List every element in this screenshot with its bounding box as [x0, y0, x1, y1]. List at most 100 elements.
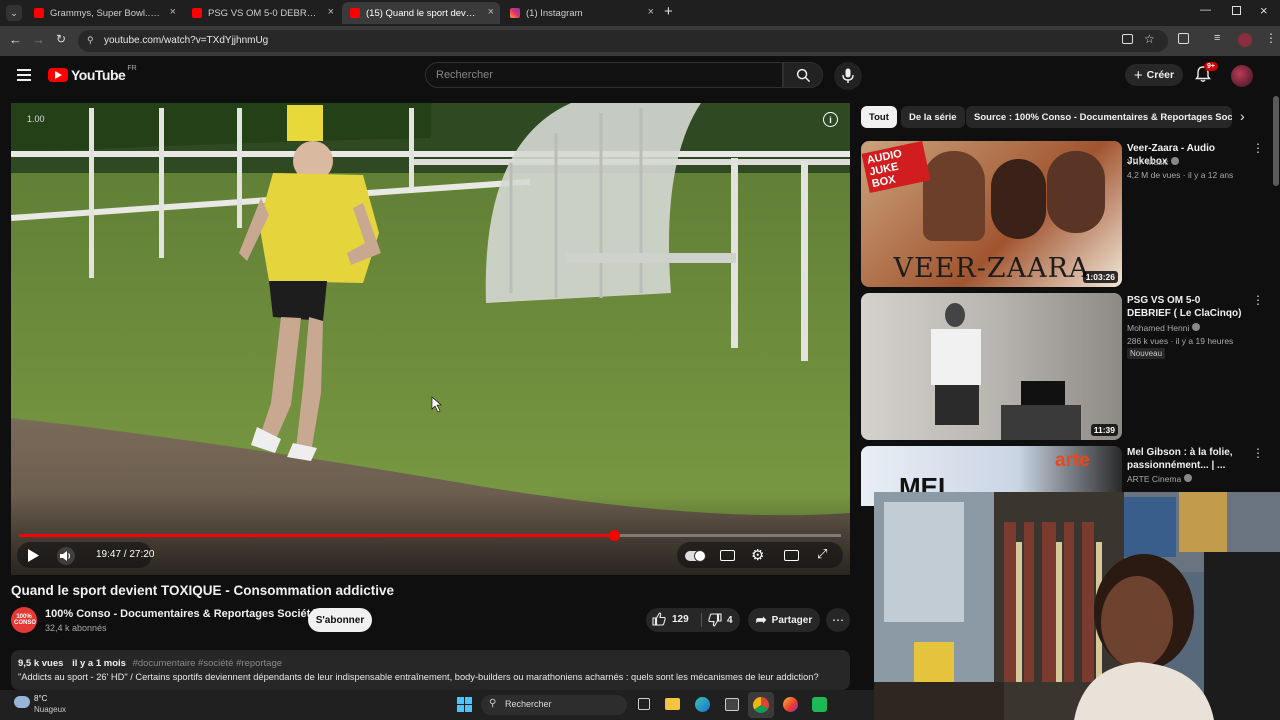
progress-bar[interactable] [19, 530, 841, 541]
weather-cloud-icon [14, 696, 30, 708]
taskbar-search[interactable]: ⚲ Rechercher [481, 695, 627, 715]
youtube-logo[interactable]: YouTube FR [48, 64, 137, 83]
hamburger-menu-icon[interactable] [17, 69, 31, 81]
related-thumbnail[interactable]: AUDIO JUKE BOX VEER-ZAARA 1:03:26 [861, 141, 1122, 287]
bookmark-star-icon[interactable]: ☆ [1144, 32, 1155, 46]
browser-tab-active[interactable]: (15) Quand le sport devient TOXIQUE × [342, 2, 500, 24]
chip-source[interactable]: Source : 100% Conso - Documentaires & Re… [966, 106, 1232, 128]
app-icon[interactable] [812, 697, 827, 712]
video-duration: 11:39 [1090, 424, 1118, 436]
chip-series[interactable]: De la série [901, 106, 965, 128]
browser-tab-strip: ⌄ Grammys, Super Bowl... le triomphe × P… [0, 0, 1280, 26]
fullscreen-icon[interactable]: ⤢ [817, 546, 827, 562]
description-box[interactable]: 9,5 k vues il y a 1 mois #documentaire #… [11, 650, 850, 690]
related-channel[interactable]: Mohamed Henni [1127, 322, 1200, 335]
channel-avatar[interactable]: 100% CONSO [11, 607, 37, 633]
progress-bar-fill [19, 534, 615, 537]
profile-avatar-icon[interactable] [1238, 33, 1252, 47]
page-scrollbar[interactable] [1273, 96, 1279, 186]
close-window-icon[interactable]: × [1260, 3, 1268, 18]
plus-icon: + [1133, 66, 1143, 84]
browser-tab[interactable]: (1) Instagram × [502, 2, 660, 24]
minimize-icon[interactable]: — [1200, 4, 1211, 16]
more-actions-icon[interactable]: ⋯ [826, 608, 850, 632]
chrome-taskbar-icon[interactable] [748, 692, 774, 718]
back-icon[interactable]: ← [9, 32, 22, 47]
account-avatar[interactable] [1231, 65, 1253, 87]
search-button[interactable] [783, 62, 823, 88]
related-channel[interactable]: ARTE Cinema [1127, 473, 1192, 486]
region-code: FR [127, 64, 137, 72]
voice-search-button[interactable] [834, 62, 862, 90]
close-tab-icon[interactable]: × [170, 6, 176, 18]
volume-button[interactable] [57, 547, 75, 565]
create-button[interactable]: + Créer [1125, 64, 1183, 86]
video-player[interactable]: 1.00 i 19:47 / 27:20 ⚙ ⤢ [11, 103, 850, 575]
related-channel[interactable]: YRF Music [1127, 156, 1179, 169]
more-options-icon[interactable]: ⋮ [1252, 293, 1264, 307]
youtube-logo-text: YouTube [71, 67, 126, 83]
search-input[interactable]: Rechercher [425, 62, 783, 88]
subscriber-count: 32,4 k abonnés [45, 623, 107, 633]
windows-start-icon[interactable] [457, 697, 472, 712]
new-tab-icon[interactable]: + [664, 3, 673, 20]
autoplay-knob [694, 550, 706, 562]
instagram-favicon-icon [510, 8, 520, 18]
subtitles-icon[interactable] [720, 550, 735, 561]
firefox-icon[interactable] [783, 697, 798, 712]
tab-title: PSG VS OM 5-0 DEBRIEF ( Le Cla [208, 7, 318, 19]
youtube-play-logo-icon [48, 68, 68, 82]
channel-name[interactable]: 100% Conso - Documentaires & Reportages … [45, 608, 316, 620]
store-icon[interactable] [725, 698, 739, 711]
related-title[interactable]: PSG VS OM 5-0 DEBRIEF ( Le ClaCinqo) [1127, 294, 1247, 320]
close-tab-icon[interactable]: × [488, 6, 494, 18]
autoplay-toggle[interactable] [685, 550, 706, 562]
like-button[interactable]: 129 [652, 612, 689, 626]
windows-taskbar: 8°C Nuageux ⚲ Rechercher [0, 690, 874, 720]
thumbnail-badge-text: AUDIO JUKE BOX [861, 141, 931, 194]
close-tab-icon[interactable]: × [328, 6, 334, 18]
search-placeholder: Rechercher [436, 69, 493, 81]
play-button[interactable] [27, 549, 39, 567]
share-label: Partager [771, 614, 813, 626]
play-icon [28, 549, 39, 562]
browser-tab[interactable]: PSG VS OM 5-0 DEBRIEF ( Le Cla × [184, 2, 340, 24]
dislike-button[interactable]: 4 [708, 613, 733, 627]
share-button[interactable]: ➦ Partager [748, 608, 820, 632]
task-view-icon[interactable] [638, 698, 650, 710]
browser-menu-icon[interactable]: ⋮ [1265, 31, 1277, 45]
subscribe-button[interactable]: S'abonner [308, 608, 372, 632]
related-thumbnail[interactable]: 11:39 [861, 293, 1122, 440]
address-bar-row: ← → ↻ ⚲ youtube.com/watch?v=TXdYjjhnmUg … [0, 26, 1280, 56]
url-text: youtube.com/watch?v=TXdYjjhnmUg [104, 35, 269, 46]
chip-all[interactable]: Tout [861, 106, 897, 128]
site-info-icon[interactable]: ⚲ [87, 35, 94, 46]
related-title[interactable]: Mel Gibson : à la folie, passionnément..… [1127, 446, 1247, 472]
maximize-icon[interactable] [1232, 6, 1241, 15]
hashtags[interactable]: #documentaire #société #reportage [133, 658, 282, 669]
media-icon[interactable]: ≡ [1214, 32, 1220, 44]
settings-gear-icon[interactable]: ⚙ [751, 546, 764, 564]
forward-icon[interactable]: → [32, 32, 45, 47]
video-duration: 1:03:26 [1082, 271, 1118, 283]
theater-mode-icon[interactable] [784, 550, 799, 561]
like-dislike-divider [701, 613, 702, 627]
tab-title: (15) Quand le sport devient TOXIQUE [366, 7, 476, 19]
info-button[interactable]: i [823, 112, 838, 127]
more-options-icon[interactable]: ⋮ [1252, 446, 1264, 460]
arte-logo: arte [1055, 450, 1090, 471]
extensions-icon[interactable] [1178, 33, 1189, 44]
notifications-button[interactable]: 9+ [1195, 62, 1218, 88]
tab-list-chevron-icon[interactable]: ⌄ [6, 5, 22, 21]
thumbnail-image [861, 293, 1122, 440]
close-tab-icon[interactable]: × [648, 6, 654, 18]
install-app-icon[interactable] [1122, 34, 1133, 44]
more-options-icon[interactable]: ⋮ [1252, 141, 1264, 155]
file-explorer-icon[interactable] [665, 698, 680, 710]
reload-icon[interactable]: ↻ [56, 32, 66, 46]
url-box[interactable]: ⚲ youtube.com/watch?v=TXdYjjhnmUg ☆ [78, 30, 1168, 52]
edge-browser-icon[interactable] [695, 697, 710, 712]
chrome-icon [753, 697, 769, 713]
chevron-right-icon[interactable]: › [1240, 108, 1245, 124]
browser-tab[interactable]: Grammys, Super Bowl... le triomphe × [26, 2, 182, 24]
